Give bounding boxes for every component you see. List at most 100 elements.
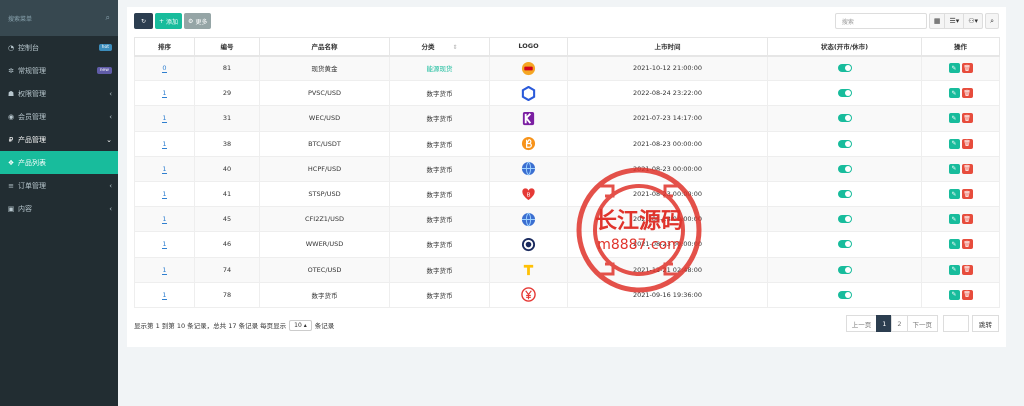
delete-button[interactable]: 🗑: [961, 189, 973, 200]
cell-name: PVSC/USD: [259, 80, 390, 107]
status-toggle[interactable]: [837, 215, 852, 224]
sort-edit-link[interactable]: 1: [162, 215, 167, 225]
sort-arrow-icon[interactable]: ⇕: [452, 44, 457, 51]
add-button-label: 添加: [166, 18, 179, 26]
status-toggle[interactable]: [837, 240, 852, 249]
cell-logo: [489, 231, 568, 258]
status-toggle[interactable]: [837, 114, 852, 123]
sidebar-badge: new: [96, 67, 112, 74]
edit-button[interactable]: ✎: [948, 214, 960, 225]
delete-button[interactable]: 🗑: [961, 214, 973, 225]
cell-status: [767, 54, 922, 82]
advanced-search-button[interactable]: ⌕: [985, 13, 999, 29]
cell-actions: ✎ 🗑: [921, 105, 1000, 132]
delete-button[interactable]: 🗑: [961, 63, 973, 74]
pencil-icon: ✎: [951, 190, 957, 198]
edit-button[interactable]: ✎: [948, 138, 960, 149]
trash-icon: 🗑: [963, 291, 971, 299]
edit-button[interactable]: ✎: [948, 189, 960, 200]
sort-edit-link[interactable]: 1: [162, 114, 167, 124]
col-header-name[interactable]: 产品名称: [259, 37, 390, 57]
col-header-id[interactable]: 编号: [194, 37, 260, 57]
jump-page-input[interactable]: [943, 315, 969, 332]
cell-name: STSP/USD: [259, 180, 390, 208]
sidebar-item-3[interactable]: ◉ 会员管理 ‹: [0, 105, 118, 128]
sort-edit-link[interactable]: 1: [162, 89, 167, 99]
edit-button[interactable]: ✎: [948, 289, 960, 300]
col-header-category[interactable]: 分类 ⇕: [389, 37, 490, 57]
edit-button[interactable]: ✎: [948, 88, 960, 99]
edit-button[interactable]: ✎: [948, 163, 960, 174]
status-toggle[interactable]: [837, 290, 852, 299]
cell-actions: ✎ 🗑: [921, 256, 1000, 283]
status-toggle[interactable]: [837, 265, 852, 274]
col-header-category-label: 分类: [421, 43, 435, 52]
export-button[interactable]: ⚇▾: [963, 13, 984, 29]
cell-id: 40: [194, 155, 260, 182]
cell-status: [767, 180, 922, 208]
jump-button[interactable]: 跳转: [972, 315, 999, 332]
status-toggle[interactable]: [837, 64, 852, 73]
sidebar-search[interactable]: 搜索菜单 ⌕: [0, 0, 118, 36]
card-view-button[interactable]: ▦: [928, 13, 946, 29]
sidebar-item-4[interactable]: ₽ 产品管理 ⌄: [0, 128, 118, 151]
delete-button[interactable]: 🗑: [961, 163, 973, 174]
edit-button[interactable]: ✎: [948, 63, 960, 74]
category-label: 数字货币: [426, 115, 453, 124]
sort-edit-link[interactable]: 1: [162, 265, 167, 275]
table-row: 1 41 STSP/USD 数字货币 B 2021-08-23 00:00:00 ✎ 🗑: [134, 180, 1000, 208]
cell-name: OTEC/USD: [259, 256, 390, 283]
sort-edit-link[interactable]: 1: [162, 164, 167, 174]
sidebar-item-2[interactable]: ☗ 权限管理 ‹: [0, 82, 118, 105]
col-header-date[interactable]: 上市时间: [567, 37, 768, 57]
category-label[interactable]: 能源现货: [427, 65, 453, 73]
chainlink-icon: [521, 85, 536, 101]
refresh-button[interactable]: ↻: [134, 13, 153, 29]
delete-button[interactable]: 🗑: [961, 113, 973, 124]
page-size-select[interactable]: 10 ▴: [289, 319, 312, 331]
sort-edit-link[interactable]: 1: [162, 139, 167, 149]
sidebar-search-input[interactable]: 搜索菜单: [8, 14, 106, 23]
delete-button[interactable]: 🗑: [961, 239, 973, 250]
crypto-globe-icon: [521, 212, 536, 227]
sort-edit-link[interactable]: 1: [162, 190, 167, 200]
sort-edit-link[interactable]: 0: [162, 64, 167, 74]
page-1-button[interactable]: 1: [876, 315, 893, 332]
prev-page-button[interactable]: 上一页: [845, 315, 878, 332]
product-table: 排序 编号 产品名称 分类 ⇕ LOGO 上市时间 状态(开市/休市) 操作 0 8…: [134, 37, 1000, 308]
delete-button[interactable]: 🗑: [961, 289, 973, 300]
add-button[interactable]: + 添加: [155, 13, 183, 29]
search-icon[interactable]: ⌕: [106, 13, 110, 23]
sidebar-item-6[interactable]: ≡ 订单管理 ‹: [0, 174, 118, 197]
col-header-logo: LOGO: [489, 37, 568, 57]
table-search-input[interactable]: 搜索: [834, 13, 927, 29]
status-toggle[interactable]: [837, 139, 852, 148]
status-toggle[interactable]: [837, 190, 852, 199]
cell-sort: 0: [134, 54, 195, 82]
cell-actions: ✎ 🗑: [921, 130, 1000, 157]
edit-button[interactable]: ✎: [948, 239, 960, 250]
sidebar-item-1[interactable]: ✲ 常规管理 new: [0, 59, 118, 82]
sort-edit-link[interactable]: 1: [162, 290, 167, 300]
delete-button[interactable]: 🗑: [961, 88, 973, 99]
next-page-button[interactable]: 下一页: [906, 315, 938, 332]
sidebar-item-5[interactable]: ❖ 产品列表: [0, 151, 118, 174]
edit-button[interactable]: ✎: [948, 264, 960, 275]
ring-coin-icon: [521, 237, 536, 251]
delete-button[interactable]: 🗑: [961, 264, 973, 275]
edit-button[interactable]: ✎: [948, 113, 960, 124]
cell-status: [767, 231, 922, 258]
status-toggle[interactable]: [837, 164, 852, 173]
status-toggle[interactable]: [837, 89, 852, 98]
col-header-sort[interactable]: 排序: [134, 37, 195, 57]
sidebar-item-0[interactable]: ◔ 控制台 hot: [0, 36, 118, 59]
sort-edit-link[interactable]: 1: [162, 240, 167, 250]
sidebar-item-7[interactable]: ▣ 内容 ‹: [0, 197, 118, 220]
columns-button[interactable]: ☰▾: [944, 13, 965, 29]
more-button[interactable]: ⚙ 更多: [184, 13, 212, 29]
pencil-icon: ✎: [951, 140, 957, 148]
cell-id: 78: [194, 281, 260, 308]
cell-id: 45: [194, 206, 260, 233]
page-2-button[interactable]: 2: [891, 315, 908, 332]
delete-button[interactable]: 🗑: [961, 138, 973, 149]
